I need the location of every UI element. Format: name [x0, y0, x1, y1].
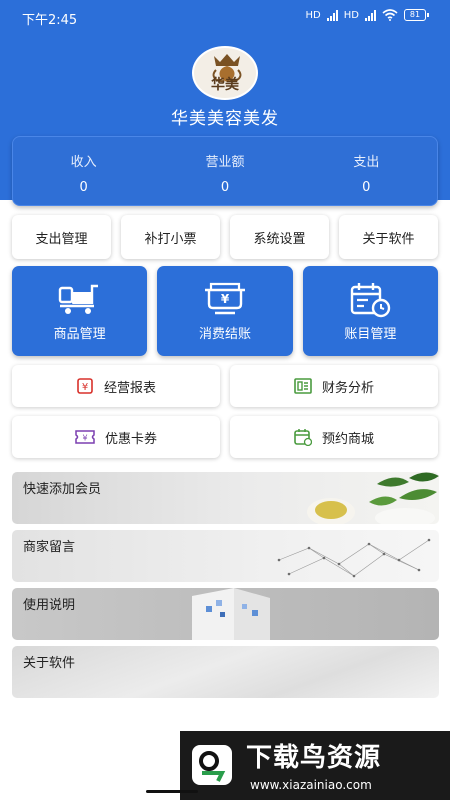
merchant-message-banner[interactable]: 商家留言: [12, 530, 439, 582]
financial-analysis-button[interactable]: 财务分析: [230, 365, 438, 407]
main-actions: 商品管理 ¥ 消费结账 账目管理: [12, 266, 438, 356]
register-icon: ¥: [204, 282, 245, 315]
user-guide-banner[interactable]: 使用说明: [12, 588, 439, 640]
add-member-label: 快速添加会员: [23, 482, 102, 497]
feature-row-1: ¥ 经营报表 财务分析: [12, 365, 438, 407]
stat-value: 0: [362, 180, 371, 195]
coupons-button[interactable]: ¥ 优惠卡券: [12, 416, 220, 458]
logo-text: 华美: [211, 77, 239, 93]
network-dots-illustration: [277, 538, 431, 578]
expense-management-button[interactable]: 支出管理: [12, 215, 111, 259]
booking-mall-button[interactable]: 预约商城: [230, 416, 438, 458]
financial-analysis-label: 财务分析: [321, 380, 374, 396]
business-report-label: 经营报表: [103, 380, 156, 396]
status-bar: 下午2:45 HD HD 81: [0, 0, 450, 32]
battery-level: 81: [409, 10, 421, 19]
checkout-button[interactable]: ¥ 消费结账: [157, 266, 293, 356]
stat-value: 0: [79, 180, 88, 195]
signal-icon: [365, 9, 376, 21]
about-software-banner[interactable]: 关于软件: [12, 646, 439, 698]
status-icons: HD HD 81: [305, 9, 429, 21]
user-guide-label: 使用说明: [23, 598, 76, 613]
reprint-receipt-button[interactable]: 补打小票: [121, 215, 220, 259]
analysis-icon: [294, 378, 312, 394]
home-indicator: [146, 790, 198, 793]
battery-icon: 81: [404, 9, 429, 21]
stat-expense: 支出 0: [296, 137, 437, 205]
status-time: 下午2:45: [22, 13, 78, 28]
ledger-management-button[interactable]: 账目管理: [302, 266, 438, 356]
about-software-banner-label: 关于软件: [23, 656, 76, 671]
coupon-icon: ¥: [75, 430, 95, 444]
network-label-2: HD: [343, 9, 359, 21]
svg-text:¥: ¥: [221, 292, 230, 306]
merchant-message-label: 商家留言: [23, 540, 76, 555]
product-management-button[interactable]: 商品管理: [12, 266, 148, 356]
brochure-illustration: [192, 588, 270, 640]
product-management-label: 商品管理: [53, 327, 106, 342]
ledger-management-label: 账目管理: [344, 327, 397, 342]
quick-actions: 支出管理 补打小票 系统设置 关于软件: [12, 215, 438, 259]
checkout-label: 消费结账: [198, 327, 251, 342]
report-icon: ¥: [77, 378, 93, 394]
system-settings-button[interactable]: 系统设置: [230, 215, 329, 259]
tea-cup-illustration: [307, 472, 439, 524]
about-software-button[interactable]: 关于软件: [339, 215, 438, 259]
coupons-label: 优惠卡券: [104, 431, 157, 447]
calendar-icon: [294, 429, 312, 446]
app-logo: 华美: [192, 46, 258, 100]
signal-icon: [326, 9, 338, 21]
stat-label: 收入: [70, 155, 97, 170]
svg-text:¥: ¥: [82, 434, 87, 443]
stat-label: 支出: [353, 155, 380, 170]
wifi-icon: [382, 9, 398, 21]
business-report-button[interactable]: ¥ 经营报表: [12, 365, 220, 407]
watermark-logo-icon: [192, 745, 232, 785]
app-title: 华美美容美发: [171, 109, 279, 129]
add-member-banner[interactable]: 快速添加会员: [12, 472, 439, 524]
watermark-overlay: 下载鸟资源 www.xiazainiao.com: [180, 731, 450, 800]
stat-income: 收入 0: [13, 137, 154, 205]
network-label-1: HD: [305, 9, 321, 21]
stat-value: 0: [220, 180, 230, 195]
stat-turnover: 营业额 0: [154, 137, 295, 205]
stats-card: 收入 0 营业额 0 支出 0: [12, 136, 438, 206]
watermark-url: www.xiazainiao.com: [250, 778, 372, 792]
stat-label: 营业额: [205, 155, 245, 170]
booking-mall-label: 预约商城: [321, 431, 374, 447]
svg-text:¥: ¥: [82, 382, 88, 393]
cart-icon: [58, 284, 98, 314]
feature-row-2: ¥ 优惠卡券 预约商城: [12, 416, 438, 458]
watermark-title: 下载鸟资源: [246, 743, 382, 773]
calendar-clock-icon: [351, 283, 391, 318]
